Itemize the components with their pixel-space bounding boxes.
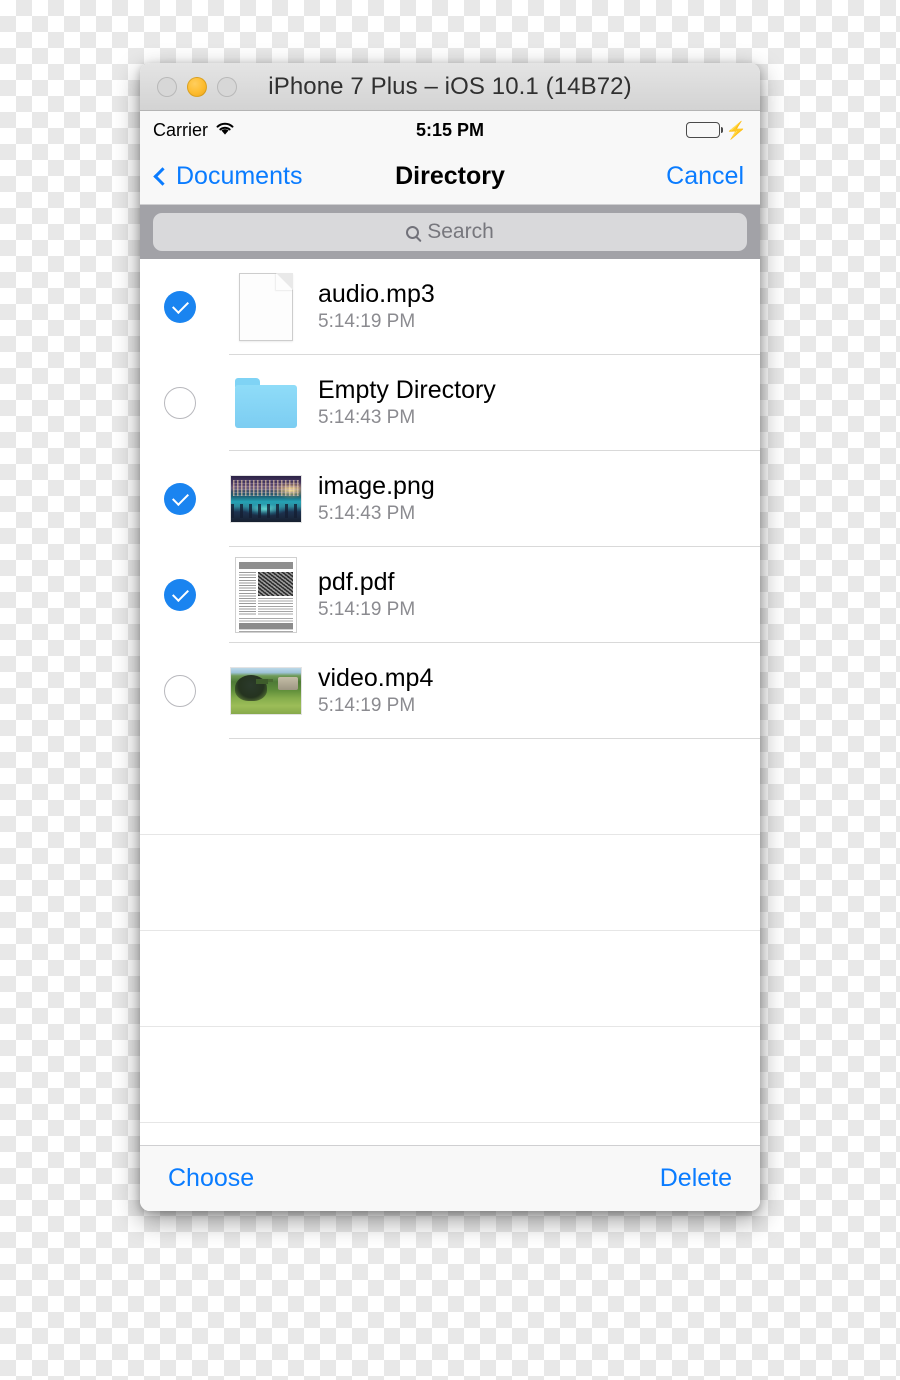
delete-button[interactable]: Delete	[660, 1164, 732, 1193]
search-icon	[406, 225, 420, 239]
window-titlebar: iPhone 7 Plus – iOS 10.1 (14B72)	[140, 63, 760, 111]
row-text: Empty Directory 5:14:43 PM	[318, 375, 496, 429]
row-icon	[228, 378, 304, 428]
lightning-bolt-icon: ⚡	[725, 120, 747, 140]
empty-row	[140, 931, 760, 1027]
table-row[interactable]: audio.mp3 5:14:19 PM	[140, 259, 760, 355]
wifi-icon	[215, 120, 235, 141]
status-bar-left: Carrier	[153, 120, 235, 141]
table-row[interactable]: pdf.pdf 5:14:19 PM	[140, 547, 760, 643]
carrier-label: Carrier	[153, 119, 209, 140]
traffic-lights	[140, 76, 237, 97]
row-checkbox[interactable]	[164, 579, 196, 611]
row-icon	[228, 273, 304, 341]
row-text: audio.mp3 5:14:19 PM	[318, 279, 435, 333]
ios-status-bar: Carrier 5:15 PM ⚡	[140, 111, 760, 149]
navigation-bar: Documents Directory Cancel	[140, 149, 760, 205]
row-checkbox[interactable]	[164, 291, 196, 323]
table-row[interactable]: image.png 5:14:43 PM	[140, 451, 760, 547]
bottom-toolbar: Choose Delete	[140, 1145, 760, 1211]
file-name: pdf.pdf	[318, 567, 395, 596]
empty-row	[140, 739, 760, 835]
file-date: 5:14:19 PM	[318, 311, 416, 333]
file-name: Empty Directory	[318, 375, 496, 404]
file-name: image.png	[318, 471, 435, 500]
search-placeholder: Search	[427, 220, 494, 243]
row-checkbox[interactable]	[164, 675, 196, 707]
row-icon	[228, 557, 304, 633]
battery-full-icon	[685, 122, 724, 138]
file-date: 5:14:43 PM	[318, 503, 416, 525]
empty-row	[140, 1027, 760, 1123]
chevron-left-icon	[153, 167, 172, 186]
back-button[interactable]: Documents	[153, 162, 303, 191]
search-input[interactable]: Search	[153, 213, 747, 251]
cancel-button[interactable]: Cancel	[666, 162, 744, 191]
blank-document-icon	[239, 273, 293, 341]
table-row[interactable]: Empty Directory 5:14:43 PM	[140, 355, 760, 451]
simulator-window: iPhone 7 Plus – iOS 10.1 (14B72) Carrier…	[140, 63, 760, 1211]
minimize-button[interactable]	[187, 76, 207, 97]
row-text: pdf.pdf 5:14:19 PM	[318, 567, 416, 621]
row-icon	[228, 667, 304, 715]
file-name: video.mp4	[318, 663, 434, 692]
row-checkbox[interactable]	[164, 483, 196, 515]
empty-row	[140, 835, 760, 931]
video-thumbnail	[230, 667, 302, 715]
close-button[interactable]	[157, 76, 177, 97]
row-checkbox[interactable]	[164, 387, 196, 419]
row-icon	[228, 475, 304, 523]
file-date: 5:14:19 PM	[318, 599, 416, 621]
row-text: video.mp4 5:14:19 PM	[318, 663, 434, 717]
folder-icon	[235, 378, 297, 428]
file-list: audio.mp3 5:14:19 PM Empty Directory 5:1…	[140, 259, 760, 1145]
file-date: 5:14:19 PM	[318, 695, 416, 717]
row-text: image.png 5:14:43 PM	[318, 471, 435, 525]
pdf-thumbnail	[235, 557, 297, 633]
search-bar-container: Search	[140, 205, 760, 259]
zoom-button[interactable]	[217, 76, 237, 97]
table-row[interactable]: video.mp4 5:14:19 PM	[140, 643, 760, 739]
back-button-label: Documents	[176, 162, 303, 190]
choose-button[interactable]: Choose	[168, 1164, 254, 1193]
file-date: 5:14:43 PM	[318, 407, 416, 429]
file-name: audio.mp3	[318, 279, 435, 308]
status-bar-right: ⚡	[685, 120, 747, 140]
image-thumbnail	[230, 475, 302, 523]
device-screen: Carrier 5:15 PM ⚡ Documents Directory Ca…	[140, 111, 760, 1211]
